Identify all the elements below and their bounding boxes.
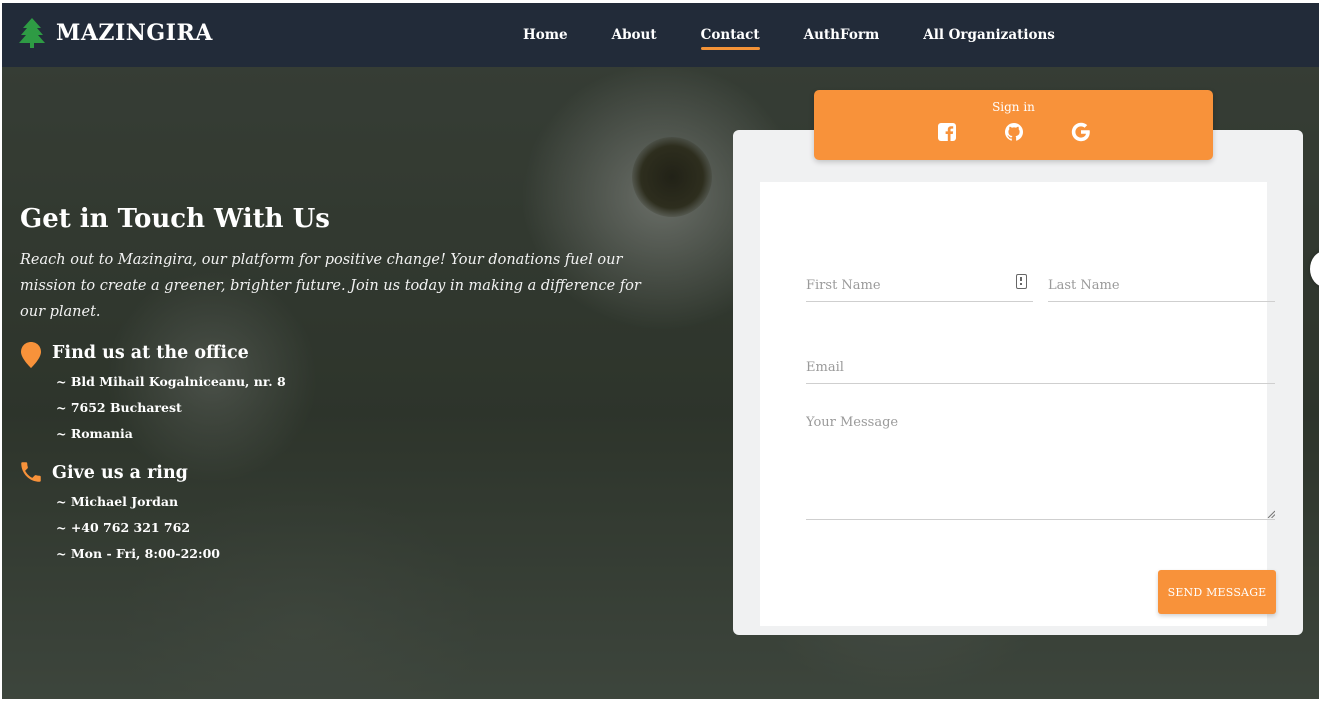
brand[interactable]: MAZINGIRA (18, 17, 213, 49)
office-line: ~ 7652 Bucharest (56, 400, 182, 416)
phone-line: ~ +40 762 321 762 (56, 520, 191, 536)
hero-background: Get in Touch With Us Reach out to Mazing… (2, 67, 1319, 699)
message-field (806, 415, 1275, 520)
office-address: ~ Bld Mihail Kogalniceanu, nr. 8 ~ 7652 … (52, 369, 660, 447)
pine-tree-icon (19, 18, 45, 48)
signin-header: Sign in (814, 90, 1213, 160)
navbar: MAZINGIRA Home About Contact AuthForm Al… (2, 3, 1319, 67)
page-title: Get in Touch With Us (20, 204, 330, 234)
email-field (806, 356, 1275, 384)
phone-line: ~ Mon - Fri, 8:00-22:00 (56, 546, 220, 562)
office-title: Find us at the office (52, 343, 249, 364)
resize-handle-icon[interactable] (1267, 510, 1275, 518)
nav-home[interactable]: Home (523, 23, 568, 47)
phone-line: ~ Michael Jordan (56, 494, 179, 510)
first-name-field (806, 274, 1033, 302)
first-name-input[interactable] (806, 278, 1033, 293)
phone-section: Give us a ring ~ Michael Jordan ~ +40 76… (20, 461, 660, 567)
autofill-contact-icon[interactable] (1016, 274, 1027, 289)
message-textarea[interactable] (806, 415, 1275, 515)
phone-title: Give us a ring (52, 463, 188, 484)
nav-all-organizations[interactable]: All Organizations (923, 23, 1055, 47)
brand-name: MAZINGIRA (56, 20, 213, 46)
nav-about[interactable]: About (612, 23, 657, 47)
facebook-icon[interactable] (937, 122, 957, 142)
phone-icon (21, 462, 41, 482)
contact-card: SEND MESSAGE (733, 130, 1303, 635)
main-nav: Home About Contact AuthForm All Organiza… (523, 3, 1099, 67)
signin-label: Sign in (992, 100, 1035, 114)
last-name-input[interactable] (1048, 278, 1275, 293)
nav-contact[interactable]: Contact (700, 23, 760, 50)
office-line: ~ Bld Mihail Kogalniceanu, nr. 8 (56, 374, 286, 390)
office-line: ~ Romania (56, 426, 133, 442)
send-message-button[interactable]: SEND MESSAGE (1158, 570, 1276, 614)
last-name-field (1048, 274, 1275, 302)
nav-authform[interactable]: AuthForm (804, 23, 880, 47)
office-section: Find us at the office ~ Bld Mihail Kogal… (20, 341, 660, 447)
contact-info: Get in Touch With Us Reach out to Mazing… (20, 204, 660, 567)
google-icon[interactable] (1071, 122, 1091, 142)
map-pin-icon (21, 342, 41, 369)
github-icon[interactable] (1004, 122, 1024, 142)
email-input[interactable] (806, 360, 1275, 375)
social-signin-buttons (814, 122, 1213, 142)
phone-details: ~ Michael Jordan ~ +40 762 321 762 ~ Mon… (52, 489, 660, 567)
intro-text: Reach out to Mazingira, our platform for… (20, 252, 641, 321)
contact-form: SEND MESSAGE (760, 182, 1276, 626)
page-frame: MAZINGIRA Home About Contact AuthForm Al… (2, 3, 1319, 699)
